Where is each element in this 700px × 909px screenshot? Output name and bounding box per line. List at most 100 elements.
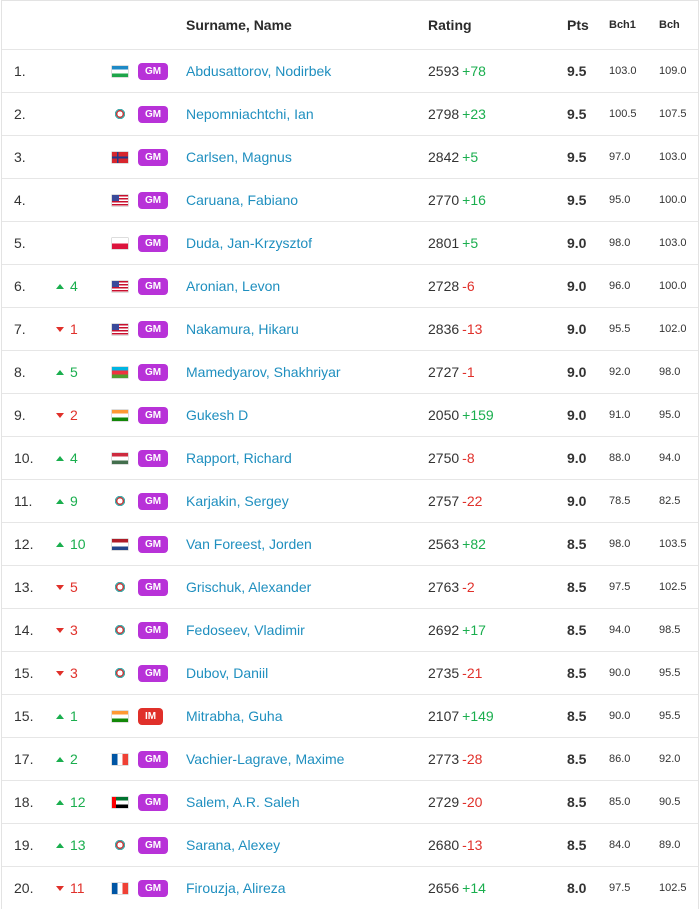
rating-change: -21 — [462, 665, 483, 681]
bch: 89.0 — [659, 839, 681, 851]
title-badge: GM — [138, 62, 169, 80]
player-name-link[interactable]: Duda, Jan-Krzysztof — [186, 222, 416, 264]
bch: 103.5 — [659, 538, 687, 550]
bch1: 95.0 — [609, 194, 631, 206]
title-badge: GM — [138, 406, 169, 424]
flag-fr-icon — [112, 753, 128, 765]
table-row: 20. 11 GM Firouzja, Alireza 2656 +14 8.0 … — [2, 866, 698, 909]
points: 9.5 — [567, 63, 587, 79]
points: 9.0 — [567, 321, 587, 337]
rating-change: -13 — [462, 837, 483, 853]
points: 8.5 — [567, 794, 587, 810]
rank-change: 3 — [56, 622, 78, 638]
bch: 98.0 — [659, 366, 681, 378]
points: 9.0 — [567, 407, 587, 423]
points: 8.0 — [567, 880, 587, 896]
title-badge: GM — [138, 105, 169, 123]
player-name-link[interactable]: Dubov, Daniil — [186, 652, 416, 694]
title-badge: GM — [138, 363, 169, 381]
flag-fide-icon — [114, 624, 126, 636]
bch1: 94.0 — [609, 624, 631, 636]
title-badge: GM — [138, 793, 169, 811]
title-badge: GM — [138, 492, 169, 510]
flag-us-icon — [112, 280, 128, 292]
player-name-link[interactable]: Salem, A.R. Saleh — [186, 781, 416, 823]
player-name-link[interactable]: Karjakin, Sergey — [186, 480, 416, 522]
bch: 102.5 — [659, 882, 687, 894]
header-name[interactable]: Surname, Name — [186, 1, 416, 49]
bch1: 92.0 — [609, 366, 631, 378]
rating: 2735 -21 — [428, 665, 483, 681]
flag-uz-icon — [112, 65, 128, 77]
player-name-link[interactable]: Nepomniachtchi, Ian — [186, 93, 416, 135]
rank-change: 1 — [56, 708, 78, 724]
player-name-link[interactable]: Vachier-Lagrave, Maxime — [186, 738, 416, 780]
arrow-down-icon — [56, 670, 64, 676]
player-name-link[interactable]: Mamedyarov, Shakhriyar — [186, 351, 416, 393]
player-name-link[interactable]: Mitrabha, Guha — [186, 695, 416, 737]
header-bch[interactable]: Bch — [659, 1, 699, 49]
rank-change: 2 — [56, 407, 78, 423]
bch1: 98.0 — [609, 538, 631, 550]
player-name-link[interactable]: Fedoseev, Vladimir — [186, 609, 416, 651]
arrow-up-icon — [56, 455, 64, 461]
arrow-up-icon — [56, 756, 64, 762]
player-name-link[interactable]: Sarana, Alexey — [186, 824, 416, 866]
table-body: 1. GM Abdusattorov, Nodirbek 2593 +78 9.5… — [2, 49, 698, 909]
bch1: 85.0 — [609, 796, 631, 808]
rating-change: +159 — [462, 407, 494, 423]
table-row: 1. GM Abdusattorov, Nodirbek 2593 +78 9.5… — [2, 49, 698, 92]
rank-change: 11 — [56, 880, 85, 896]
rating-change: -20 — [462, 794, 483, 810]
player-name-link[interactable]: Nakamura, Hikaru — [186, 308, 416, 350]
player-name-link[interactable]: Abdusattorov, Nodirbek — [186, 50, 416, 92]
player-name-link[interactable]: Van Foreest, Jorden — [186, 523, 416, 565]
player-name-link[interactable]: Grischuk, Alexander — [186, 566, 416, 608]
arrow-up-icon — [56, 799, 64, 805]
arrow-down-icon — [56, 627, 64, 633]
rank-change: 2 — [56, 751, 78, 767]
arrow-up-icon — [56, 713, 64, 719]
rating-change: -28 — [462, 751, 483, 767]
bch: 103.0 — [659, 237, 687, 249]
table-row: 17. 2 GM Vachier-Lagrave, Maxime 2773 -28… — [2, 737, 698, 780]
player-name-link[interactable]: Gukesh D — [186, 394, 416, 436]
bch: 102.5 — [659, 581, 687, 593]
arrow-up-icon — [56, 498, 64, 504]
header-bch1[interactable]: Bch1 — [609, 1, 649, 49]
rank: 12. — [14, 536, 34, 552]
points: 9.0 — [567, 278, 587, 294]
bch: 95.5 — [659, 667, 681, 679]
rating-change: -2 — [462, 579, 475, 595]
rating: 2801 +5 — [428, 235, 479, 251]
player-name-link[interactable]: Caruana, Fabiano — [186, 179, 416, 221]
player-name-link[interactable]: Aronian, Levon — [186, 265, 416, 307]
title-badge: GM — [138, 879, 169, 897]
rating: 2563 +82 — [428, 536, 486, 552]
header-rating[interactable]: Rating — [428, 1, 548, 49]
rank: 8. — [14, 364, 26, 380]
rank: 17. — [14, 751, 34, 767]
bch1: 86.0 — [609, 753, 631, 765]
rating-change: +5 — [462, 235, 479, 251]
player-name-link[interactable]: Carlsen, Magnus — [186, 136, 416, 178]
player-name-link[interactable]: Rapport, Richard — [186, 437, 416, 479]
rank: 15. — [14, 708, 34, 724]
table-row: 6. 4 GM Aronian, Levon 2728 -6 9.0 96.0 1… — [2, 264, 698, 307]
bch1: 96.0 — [609, 280, 631, 292]
rank: 10. — [14, 450, 34, 466]
player-name-link[interactable]: Firouzja, Alireza — [186, 867, 416, 909]
title-badge: GM — [138, 836, 169, 854]
bch1: 98.0 — [609, 237, 631, 249]
header-pts[interactable]: Pts — [567, 1, 597, 49]
flag-in-icon — [112, 409, 128, 421]
rank: 1. — [14, 63, 26, 79]
rating: 2107 +149 — [428, 708, 494, 724]
arrow-up-icon — [56, 842, 64, 848]
rating: 2763 -2 — [428, 579, 475, 595]
rating-change: +78 — [462, 63, 486, 79]
points: 9.5 — [567, 106, 587, 122]
rank-change: 5 — [56, 364, 78, 380]
rating-change: +16 — [462, 192, 486, 208]
bch: 102.0 — [659, 323, 687, 335]
